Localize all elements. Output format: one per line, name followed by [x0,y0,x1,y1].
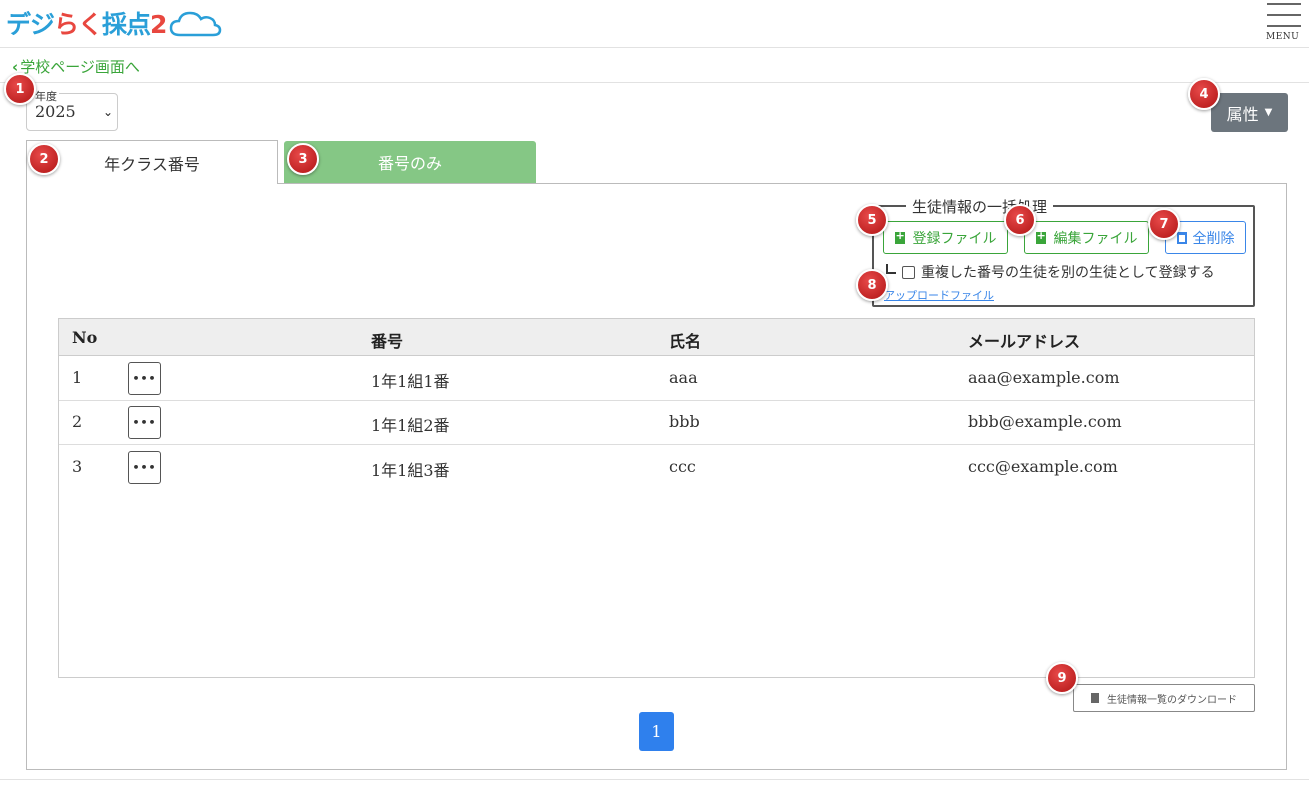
file-plus-icon [1035,229,1046,244]
duplicate-label: 重複した番号の生徒を別の生徒として登録する [921,265,1215,281]
annotation-badge: 7 [1148,208,1180,240]
hamburger-icon [1267,3,1301,5]
cell-name: bbb [669,412,700,431]
upload-file-link[interactable]: アップロードファイル [884,287,994,303]
more-icon: ••• [132,416,157,429]
table-row: 1 ••• 1年1組1番 aaa aaa@example.com [59,356,1254,401]
tab-year-class-number[interactable]: 年クラス番号 [26,140,278,184]
table-row: 2 ••• 1年1組2番 bbb bbb@example.com [59,400,1254,445]
annotation-badge: 4 [1188,78,1220,110]
tab-label: 年クラス番号 [104,154,200,174]
annotation-badge: 2 [28,143,60,175]
cell-number: 1年1組1番 [371,372,450,391]
download-label: 生徒情報一覧のダウンロード [1107,694,1237,706]
cell-email: bbb@example.com [968,412,1122,431]
menu-button[interactable]: MENU [1266,2,1303,44]
bulk-processing-group: 生徒情報の一括処理 登録ファイル 編集ファイル 全削除 重複した番号の生徒を別の… [872,196,1255,307]
download-student-list-button[interactable]: 生徒情報一覧のダウンロード [1073,684,1255,712]
register-file-label: 登録ファイル [912,230,997,247]
back-link-label: 学校ページ画面へ [20,58,140,76]
chevron-down-icon: ⌄ [102,105,113,119]
cell-email: ccc@example.com [968,457,1118,476]
row-menu-button[interactable]: ••• [128,362,161,395]
table-row: 3 ••• 1年1組3番 ccc ccc@example.com [59,445,1254,490]
tree-corner-icon [886,264,896,274]
pagination-page-1[interactable]: 1 [639,712,674,751]
page-number: 1 [651,722,662,741]
file-download-icon [1091,693,1099,703]
footer-divider [0,779,1309,780]
row-menu-button[interactable]: ••• [128,451,161,484]
logo-text: デジらく採点2 [6,9,167,39]
attribute-dropdown-button[interactable]: 属性 ▼ [1211,93,1288,132]
cell-number: 1年1組2番 [371,416,450,435]
cell-number: 1年1組3番 [371,461,450,480]
more-icon: ••• [132,461,157,474]
annotation-badge: 9 [1046,662,1078,694]
more-icon: ••• [132,372,157,385]
breadcrumb-row: ‹ 学校ページ画面へ [0,48,1309,83]
cloud-icon [170,11,222,37]
register-file-button[interactable]: 登録ファイル [883,221,1008,254]
annotation-badge: 8 [856,269,888,301]
caret-down-icon: ▼ [1264,107,1273,118]
cell-no: 2 [72,412,83,431]
app-logo[interactable]: デジらく採点2 [6,6,222,42]
cell-no: 1 [72,368,83,387]
trash-icon [1176,231,1187,244]
header-email: メールアドレス [968,332,1081,351]
cell-name: aaa [669,368,698,387]
top-bar: デジらく採点2 MENU [0,0,1309,48]
tab-label: 番号のみ [377,154,442,173]
edit-file-label: 編集ファイル [1053,230,1138,247]
tab-number-only[interactable]: 番号のみ [284,141,536,183]
header-no: No [72,328,98,347]
annotation-badge: 3 [287,143,319,175]
menu-label: MENU [1266,32,1300,42]
year-select-group[interactable]: 年度 2025 ⌄ [26,88,118,131]
cell-no: 3 [72,457,83,476]
delete-all-label: 全削除 [1192,230,1235,247]
table-header: No 番号 氏名 メールアドレス [59,319,1254,356]
annotation-badge: 6 [1004,204,1036,236]
student-table: No 番号 氏名 メールアドレス 1 ••• 1年1組1番 aaa aaa@ex… [58,318,1255,678]
duplicate-checkbox[interactable] [902,265,915,279]
annotation-badge: 5 [856,204,888,236]
duplicate-option: 重複した番号の生徒を別の生徒として登録する [886,262,1215,282]
back-to-school-link[interactable]: ‹ 学校ページ画面へ [12,56,140,77]
row-menu-button[interactable]: ••• [128,406,161,439]
file-plus-icon [894,229,905,244]
header-number: 番号 [371,332,404,351]
attribute-label: 属性 [1226,104,1259,124]
annotation-badge: 1 [4,73,36,105]
edit-file-button[interactable]: 編集ファイル [1024,221,1149,254]
cell-email: aaa@example.com [968,368,1120,387]
cell-name: ccc [669,457,696,476]
header-name: 氏名 [669,332,702,351]
